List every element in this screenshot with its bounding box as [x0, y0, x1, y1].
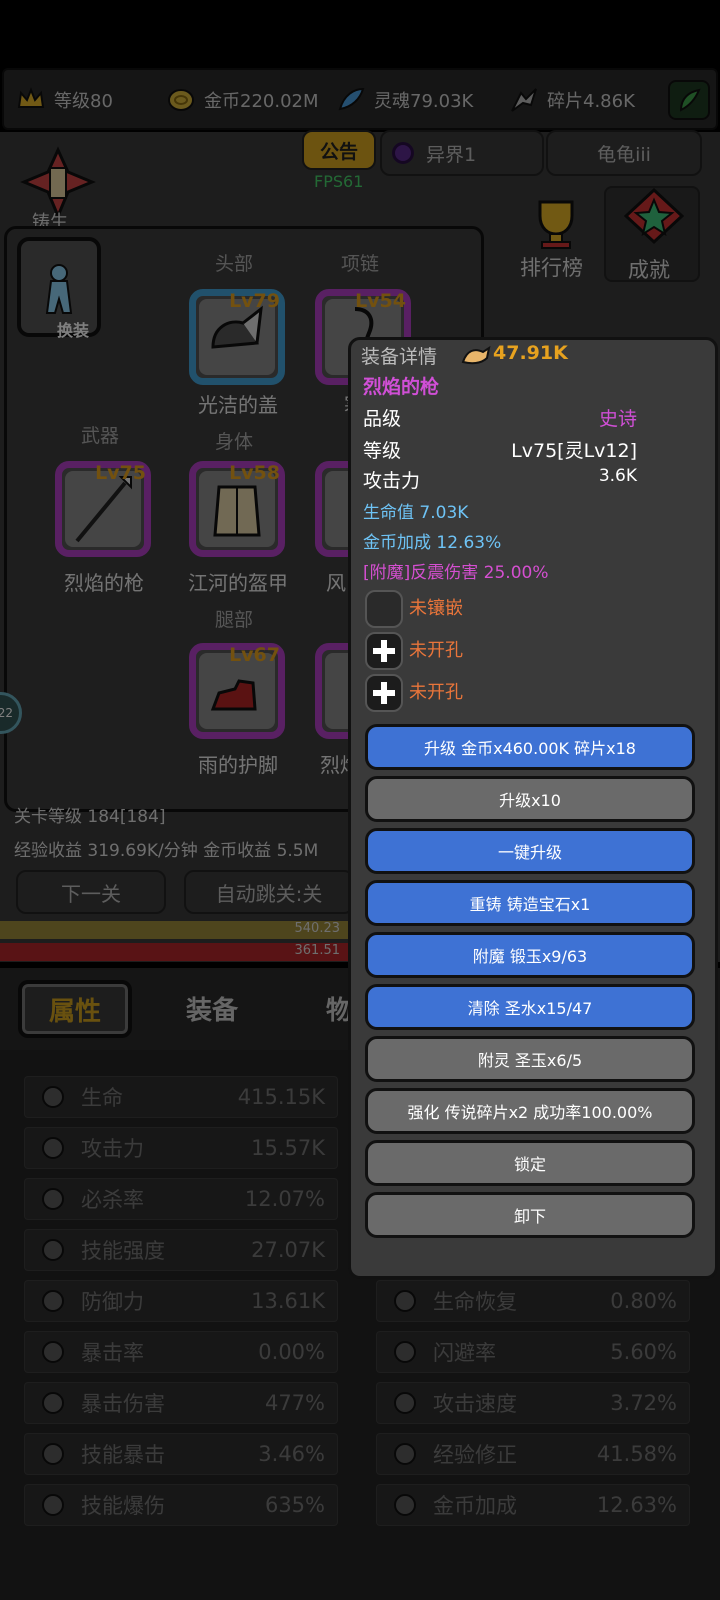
gem-socket-3-label: 未开孔 — [409, 682, 463, 703]
detail-action-button[interactable]: 一键升级 — [365, 828, 695, 874]
power-value: 47.91K — [493, 342, 568, 364]
level-value: Lv75[灵Lv12] — [511, 440, 637, 462]
equipment-detail-popup: 装备详情 47.91K 烈焰的枪 品级 史诗 等级 Lv75[灵Lv12] 攻击… — [348, 337, 718, 1279]
attr-enchant: [附魔]反震伤害 25.00% — [363, 563, 549, 583]
gem-socket-locked-2[interactable] — [365, 674, 403, 712]
detail-action-button[interactable]: 重铸 铸造宝石x1 — [365, 880, 695, 926]
detail-action-button[interactable]: 卸下 — [365, 1192, 695, 1238]
rarity-label: 品级 — [363, 408, 402, 430]
detail-action-button[interactable]: 锁定 — [365, 1140, 695, 1186]
gem-socket-2-label: 未开孔 — [409, 640, 463, 661]
attr-life: 生命值 7.03K — [363, 503, 469, 523]
plus-icon — [373, 682, 395, 704]
item-name: 烈焰的枪 — [363, 376, 440, 398]
detail-action-button[interactable]: 清除 圣水x15/47 — [365, 984, 695, 1030]
detail-action-button[interactable]: 升级 金币x460.00K 碎片x18 — [365, 724, 695, 770]
detail-title: 装备详情 — [361, 346, 438, 368]
detail-action-button[interactable]: 附魔 锻玉x9/63 — [365, 932, 695, 978]
detail-action-button[interactable]: 强化 传说碎片x2 成功率100.00% — [365, 1088, 695, 1134]
attack-value: 3.6K — [598, 466, 637, 486]
gem-socket-empty[interactable] — [365, 590, 403, 628]
level-label: 等级 — [363, 440, 402, 462]
gem-socket-1-label: 未镶嵌 — [409, 598, 463, 619]
gem-socket-locked-1[interactable] — [365, 632, 403, 670]
detail-action-button[interactable]: 附灵 圣玉x6/5 — [365, 1036, 695, 1082]
attack-label: 攻击力 — [363, 470, 421, 492]
rarity-value: 史诗 — [598, 408, 637, 430]
power-icon — [461, 344, 491, 370]
attr-gold-bonus: 金币加成 12.63% — [363, 533, 502, 553]
detail-action-button[interactable]: 升级x10 — [365, 776, 695, 822]
plus-icon — [373, 640, 395, 662]
